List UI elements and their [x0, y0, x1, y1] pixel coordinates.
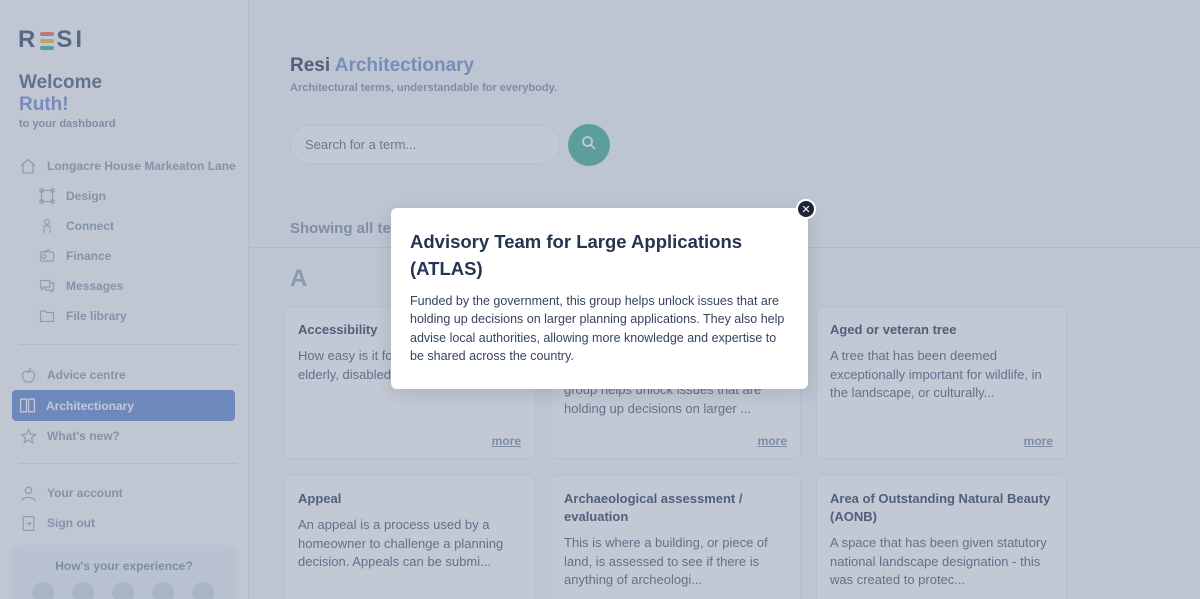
modal-title: Advisory Team for Large Applications (AT…: [410, 231, 743, 279]
term-modal: Advisory Team for Large Applications (AT…: [391, 208, 808, 389]
close-icon: ✕: [801, 203, 811, 216]
modal-body: Funded by the government, this group hel…: [410, 294, 785, 363]
modal-close-button[interactable]: ✕: [796, 199, 816, 219]
